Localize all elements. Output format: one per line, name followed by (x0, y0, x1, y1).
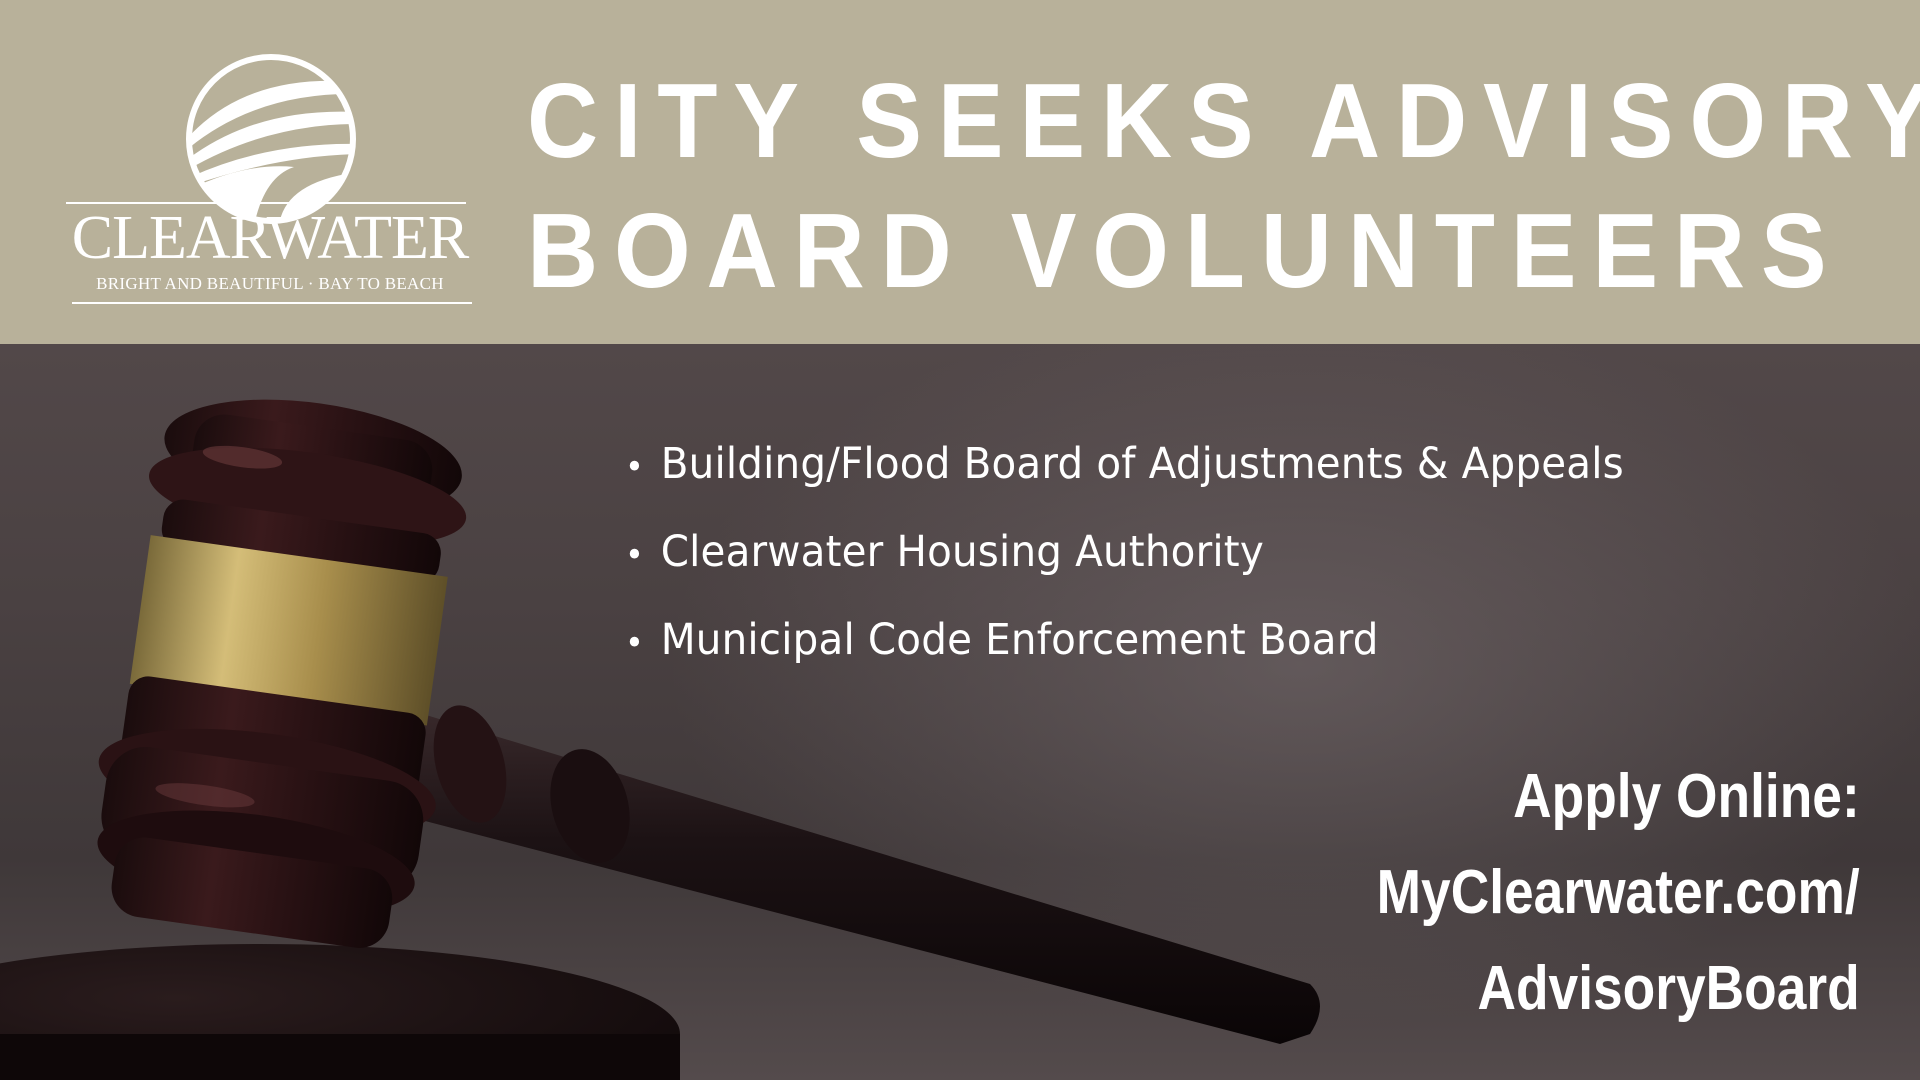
headline-line-1: CITY SEEKS ADVISORY (527, 62, 1920, 180)
cta-label: Apply Online: (1513, 762, 1860, 831)
list-item: Municipal Code Enforcement Board (625, 598, 1624, 686)
board-list: Building/Flood Board of Adjustments & Ap… (625, 422, 1624, 686)
logo-wordmark: CLEARWATER (71, 204, 469, 272)
headline-line-2: BOARD VOLUNTEERS (527, 192, 1843, 310)
clearwater-logo: CLEARWATER BRIGHT AND BEAUTIFUL · BAY TO… (66, 52, 474, 312)
apply-online-cta: Apply Online: MyClearwater.com/ Advisory… (1377, 749, 1860, 1037)
list-item: Clearwater Housing Authority (625, 510, 1624, 598)
cta-url-line-2: AdvisoryBoard (1477, 954, 1860, 1023)
headline: CITY SEEKS ADVISORY BOARD VOLUNTEERS (527, 56, 1920, 316)
clearwater-sunburst-logo-icon (186, 54, 356, 224)
list-item: Building/Flood Board of Adjustments & Ap… (625, 422, 1624, 510)
header-band: CLEARWATER BRIGHT AND BEAUTIFUL · BAY TO… (0, 0, 1920, 344)
cta-url-line-1: MyClearwater.com/ (1376, 858, 1860, 927)
gavel-photo-background: Building/Flood Board of Adjustments & Ap… (0, 344, 1920, 1080)
advisory-board-flyer: CLEARWATER BRIGHT AND BEAUTIFUL · BAY TO… (0, 0, 1920, 1080)
logo-tagline: BRIGHT AND BEAUTIFUL · BAY TO BEACH (96, 274, 444, 293)
logo-rule (72, 302, 472, 304)
